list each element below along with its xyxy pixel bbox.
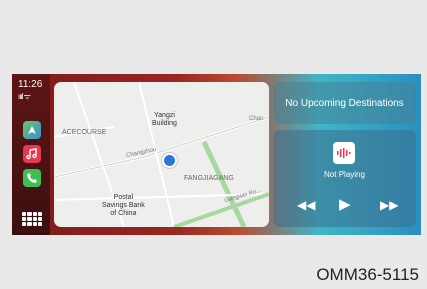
destinations-card[interactable]: No Upcoming Destinations	[273, 82, 416, 124]
fast-forward-icon[interactable]: ▶▶	[380, 198, 398, 212]
current-location-dot	[162, 153, 177, 168]
now-playing-status: Not Playing	[324, 170, 365, 179]
sidebar: 11:26 ıııl ᯤ	[12, 74, 50, 235]
phone-icon	[27, 173, 37, 183]
maps-icon	[28, 126, 36, 134]
music-app-icon[interactable]	[23, 145, 41, 163]
map-label-yangzi: Yangzi Building	[152, 112, 177, 127]
map-label-acecourse: ACECOURSE	[62, 129, 107, 136]
app-grid-icon[interactable]	[22, 212, 42, 226]
rewind-icon[interactable]: ◀◀	[297, 198, 315, 212]
music-icon	[26, 148, 37, 160]
map-roads	[54, 82, 269, 227]
destinations-text: No Upcoming Destinations	[285, 97, 404, 109]
map-view[interactable]: Yangzi Building ACECOURSE FANGJIAGANG Ch…	[54, 82, 269, 227]
podcast-waveform-icon	[333, 142, 355, 164]
play-icon[interactable]: ▶	[339, 195, 351, 213]
now-playing-card[interactable]: Not Playing ◀◀ ▶ ▶▶	[273, 130, 416, 227]
status-time: 11:26	[18, 79, 43, 90]
maps-app-icon[interactable]	[23, 121, 41, 139]
figure-caption: OMM36-5115	[316, 265, 419, 284]
map-label-postal: Postal Savings Bank of China	[102, 194, 145, 217]
map-label-fangjiagang: FANGJIAGANG	[184, 175, 234, 182]
carplay-screen: 11:26 ıııl ᯤ Yangzi Building ACECOURSE F…	[12, 74, 421, 235]
signal-icon: ıııl ᯤ	[18, 92, 31, 101]
map-label-chan: Chan	[249, 116, 264, 122]
phone-app-icon[interactable]	[23, 169, 41, 187]
